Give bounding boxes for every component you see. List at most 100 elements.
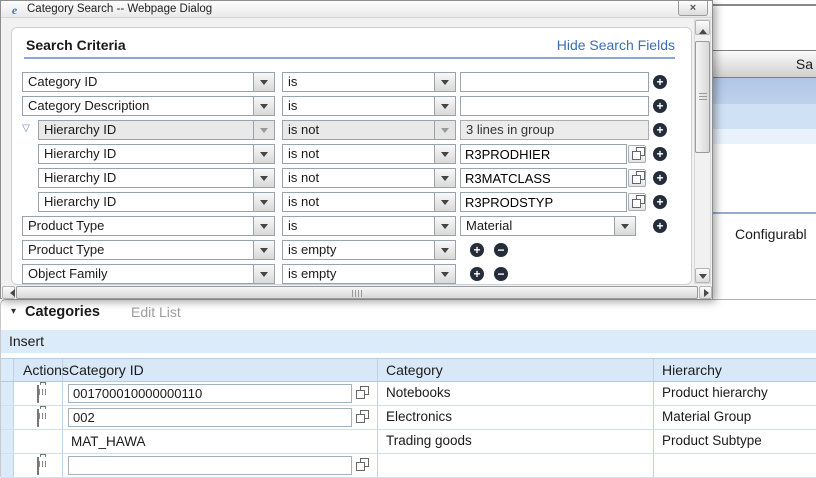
scroll-right-icon[interactable] bbox=[699, 286, 712, 299]
row-selector[interactable] bbox=[1, 454, 14, 477]
insert-toolbar: Insert bbox=[1, 330, 816, 353]
chevron-down-icon[interactable] bbox=[434, 145, 455, 163]
group-expander-icon[interactable]: ▽ bbox=[18, 123, 34, 134]
chevron-down-icon[interactable] bbox=[434, 241, 455, 259]
chevron-down-icon[interactable] bbox=[253, 73, 274, 91]
add-criteria-button[interactable]: + bbox=[653, 195, 667, 209]
collapse-triangle-icon[interactable]: ▾ bbox=[11, 306, 16, 317]
criteria-value-input[interactable] bbox=[460, 192, 627, 212]
value-help-icon bbox=[631, 195, 645, 208]
chevron-down-icon[interactable] bbox=[434, 217, 455, 235]
value-help-icon bbox=[356, 410, 369, 423]
chevron-down-icon[interactable] bbox=[434, 265, 455, 283]
criteria-value-input[interactable] bbox=[460, 168, 627, 188]
dialog-titlebar[interactable]: e Category Search -- Webpage Dialog × bbox=[1, 1, 712, 18]
chevron-down-icon[interactable] bbox=[253, 241, 274, 259]
criteria-value-input[interactable] bbox=[460, 96, 649, 116]
trash-icon bbox=[37, 456, 39, 475]
attribute-select[interactable]: Object Family bbox=[22, 264, 275, 284]
add-criteria-button[interactable]: + bbox=[653, 75, 667, 89]
attribute-select[interactable]: Hierarchy ID bbox=[38, 144, 275, 164]
value-help-button[interactable] bbox=[356, 386, 369, 402]
operator-select[interactable]: is bbox=[282, 216, 456, 236]
remove-criteria-button[interactable]: − bbox=[494, 267, 508, 281]
scroll-up-icon[interactable] bbox=[695, 20, 710, 35]
category-id-input[interactable] bbox=[68, 408, 352, 427]
add-criteria-button[interactable]: + bbox=[653, 147, 667, 161]
criteria-row: Hierarchy ID is not + bbox=[12, 192, 691, 216]
horizontal-scroll-thumb[interactable] bbox=[16, 286, 698, 299]
attribute-select[interactable]: Hierarchy ID bbox=[38, 168, 275, 188]
operator-select[interactable]: is not bbox=[282, 192, 456, 212]
row-selector[interactable] bbox=[1, 406, 14, 429]
scroll-left-icon[interactable] bbox=[2, 286, 15, 299]
actions-column-header: Actions bbox=[14, 359, 69, 381]
operator-select[interactable]: is not bbox=[282, 168, 456, 188]
operator-select[interactable]: is bbox=[282, 72, 456, 92]
add-criteria-button[interactable]: + bbox=[653, 219, 667, 233]
remove-criteria-button[interactable]: − bbox=[494, 243, 508, 257]
add-criteria-button[interactable]: + bbox=[470, 267, 484, 281]
attribute-select[interactable]: Product Type bbox=[22, 240, 275, 260]
row-selector[interactable] bbox=[1, 382, 14, 405]
criteria-value-input[interactable] bbox=[460, 144, 627, 164]
category-id-input[interactable] bbox=[68, 456, 352, 475]
edit-list-link[interactable]: Edit List bbox=[131, 304, 181, 320]
value-help-button[interactable] bbox=[628, 145, 646, 163]
save-button[interactable]: Sa bbox=[710, 50, 816, 78]
operator-select[interactable]: is empty bbox=[282, 264, 456, 284]
attribute-select[interactable]: Category Description bbox=[22, 96, 275, 116]
insert-button[interactable]: Insert bbox=[9, 333, 44, 349]
search-criteria-title: Search Criteria bbox=[26, 37, 126, 53]
chevron-down-icon[interactable] bbox=[253, 217, 274, 235]
chevron-down-icon[interactable] bbox=[434, 169, 455, 187]
value-help-button[interactable] bbox=[356, 458, 369, 474]
page-subheader-band-light bbox=[710, 129, 816, 144]
vertical-scroll-thumb[interactable] bbox=[695, 41, 710, 153]
page-top-divider bbox=[710, 4, 816, 6]
add-criteria-button[interactable]: + bbox=[653, 171, 667, 185]
value-help-button[interactable] bbox=[356, 410, 369, 426]
value-help-button[interactable] bbox=[628, 169, 646, 187]
category-id-input[interactable] bbox=[68, 384, 352, 403]
chevron-down-icon[interactable] bbox=[434, 97, 455, 115]
attribute-select[interactable]: Hierarchy ID bbox=[38, 192, 275, 212]
criteria-value-select[interactable]: Material bbox=[460, 216, 636, 236]
table-row bbox=[1, 454, 816, 478]
delete-row-button[interactable] bbox=[27, 456, 49, 475]
operator-select[interactable]: is bbox=[282, 96, 456, 116]
categories-header: ▾ Categories Edit List bbox=[1, 304, 816, 328]
chevron-down-icon[interactable] bbox=[434, 193, 455, 211]
chevron-down-icon[interactable] bbox=[253, 265, 274, 283]
criteria-row: Product Type is empty + − bbox=[12, 240, 691, 264]
hide-search-fields-link[interactable]: Hide Search Fields bbox=[557, 37, 675, 53]
add-criteria-button[interactable]: + bbox=[470, 243, 484, 257]
chevron-down-icon[interactable] bbox=[614, 217, 635, 235]
delete-row-button[interactable] bbox=[27, 384, 49, 403]
add-criteria-button[interactable]: + bbox=[653, 99, 667, 113]
scroll-down-icon[interactable] bbox=[695, 268, 710, 283]
delete-row-button[interactable] bbox=[27, 408, 49, 427]
close-button[interactable]: × bbox=[678, 1, 708, 16]
add-criteria-button[interactable]: + bbox=[653, 123, 667, 137]
hierarchy-column-header: Hierarchy bbox=[662, 362, 722, 378]
vertical-scrollbar[interactable] bbox=[694, 19, 711, 284]
table-row: MAT_HAWA Trading goods Product Subtype bbox=[1, 430, 816, 454]
hierarchy-cell bbox=[654, 454, 816, 477]
value-help-button[interactable] bbox=[628, 193, 646, 211]
operator-select[interactable]: is not bbox=[282, 144, 456, 164]
chevron-down-icon[interactable] bbox=[253, 193, 274, 211]
chevron-down-icon[interactable] bbox=[253, 97, 274, 115]
attribute-select[interactable]: Product Type bbox=[22, 216, 275, 236]
chevron-down-icon[interactable] bbox=[253, 169, 274, 187]
operator-select[interactable]: is empty bbox=[282, 240, 456, 260]
chevron-down-icon[interactable] bbox=[434, 73, 455, 91]
chevron-down-icon[interactable] bbox=[253, 145, 274, 163]
attribute-select[interactable]: Category ID bbox=[22, 72, 275, 92]
horizontal-scrollbar[interactable] bbox=[2, 286, 712, 299]
configurable-tab[interactable]: Configurabl bbox=[735, 226, 807, 242]
categories-section-title[interactable]: Categories bbox=[25, 304, 100, 320]
page-subheader-band bbox=[710, 104, 816, 129]
criteria-value-input[interactable] bbox=[460, 72, 649, 92]
row-selector[interactable] bbox=[1, 430, 14, 453]
